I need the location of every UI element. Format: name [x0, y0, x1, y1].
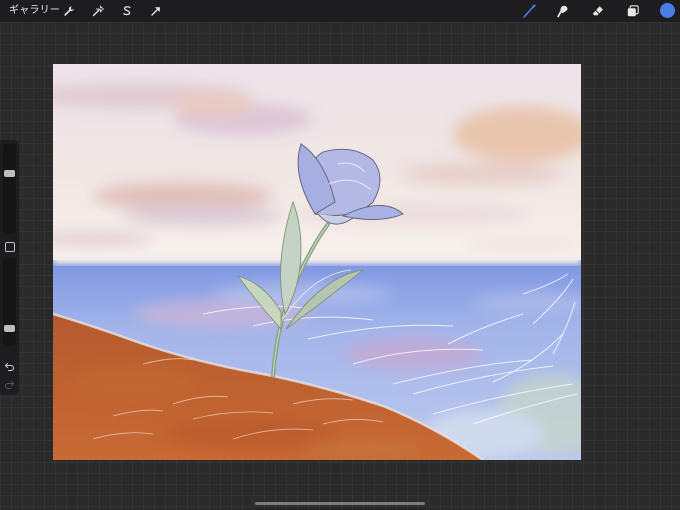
layers-icon[interactable] [625, 3, 641, 19]
left-sidebar [0, 140, 19, 395]
drawing-canvas[interactable] [53, 64, 581, 460]
redo-icon[interactable] [3, 378, 16, 391]
gallery-button[interactable]: ギャラリー [9, 4, 60, 18]
brush-icon[interactable] [521, 3, 537, 19]
magic-wand-icon[interactable] [90, 3, 106, 19]
top-toolbar: ギャラリー [0, 0, 680, 22]
color-picker-button[interactable] [660, 3, 675, 18]
opacity-slider[interactable] [3, 258, 16, 346]
smudge-icon[interactable] [555, 3, 571, 19]
opacity-thumb[interactable] [4, 325, 15, 333]
selection-icon[interactable] [119, 3, 135, 19]
home-indicator[interactable] [255, 502, 425, 505]
eraser-icon[interactable] [590, 3, 606, 19]
undo-icon[interactable] [3, 360, 16, 373]
brush-size-thumb[interactable] [4, 169, 15, 177]
modify-button[interactable] [5, 242, 15, 252]
transform-arrow-icon[interactable] [148, 3, 164, 19]
wrench-icon[interactable] [61, 3, 77, 19]
brush-size-slider[interactable] [3, 144, 16, 234]
